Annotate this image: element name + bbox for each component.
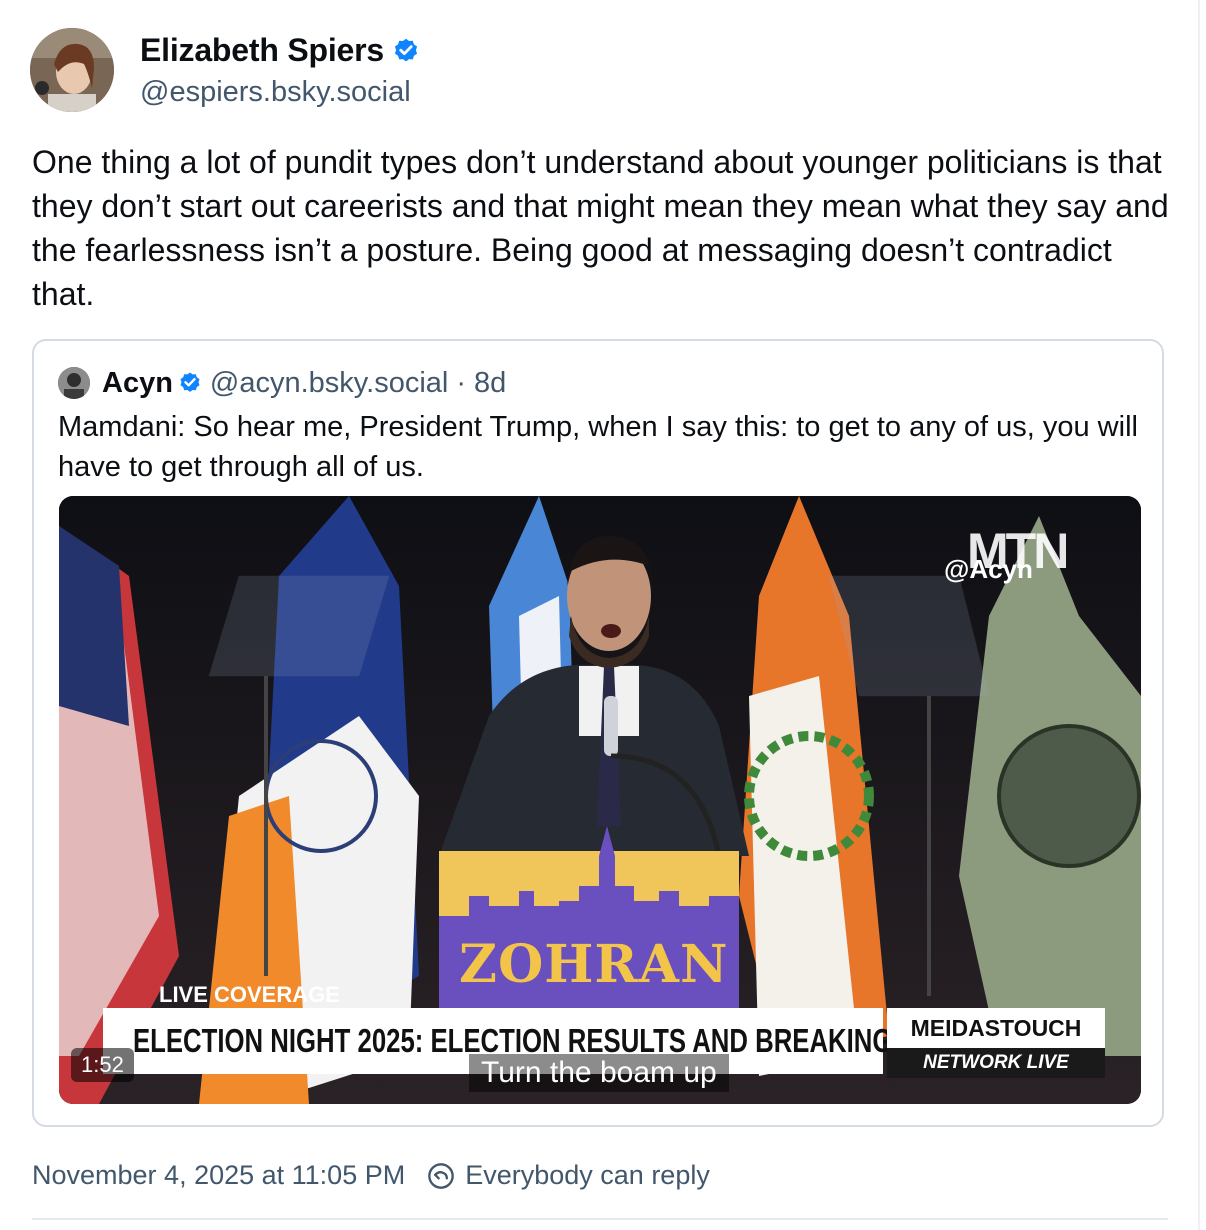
quoted-post-text: Mamdani: So hear me, President Trump, wh… [58,411,1138,483]
live-coverage-label: LIVE COVERAGE [159,982,340,1007]
quoted-author-display-name: Acyn [102,366,173,399]
quoted-author-handle: @acyn.bsky.social [209,366,449,399]
reply-settings-icon [428,1162,455,1189]
podium-sign: ZOHRAN [459,934,729,995]
brand-subtitle: NETWORK LIVE [923,1052,1069,1073]
bottom-divider [32,1218,1168,1220]
brand-box-bottom: NETWORK LIVE [887,1048,1105,1078]
video-caption: Turn the boam up [469,1054,729,1092]
verified-check-icon [180,372,200,392]
right-divider [1198,0,1200,1230]
author-display-name[interactable]: Elizabeth Spiers [140,32,384,69]
verified-check-icon[interactable] [392,37,420,65]
brand-name: MEIDASTOUCH [910,1014,1082,1041]
post-body-text: One thing a lot of pundit types don’t un… [32,144,1169,312]
quoted-post-card[interactable]: Acyn @acyn.bsky.social · 8d Mamdani: So … [32,339,1164,1127]
video-watermark: @Acyn [944,554,1033,584]
video-player[interactable]: ZOHRAN MTN @Acyn LIVE COVERAGE ELECTION … [59,496,1141,1104]
author-avatar[interactable] [30,28,114,112]
post-timestamp[interactable]: November 4, 2025 at 11:05 PM [32,1160,405,1191]
quoted-author-avatar [58,367,90,399]
quoted-post-header: Acyn @acyn.bsky.social · 8d [58,365,506,401]
post-header: Elizabeth Spiers @espiers.bsky.social [30,28,630,114]
brand-box-top: MEIDASTOUCH [887,1008,1105,1048]
reply-setting-text[interactable]: Everybody can reply [465,1160,710,1191]
quoted-post-age: 8d [474,366,507,399]
video-duration: 1:52 [71,1048,134,1082]
separator-dot: · [456,366,467,399]
author-handle[interactable]: @espiers.bsky.social [140,76,411,109]
post-footer: November 4, 2025 at 11:05 PM Everybody c… [32,1160,710,1191]
